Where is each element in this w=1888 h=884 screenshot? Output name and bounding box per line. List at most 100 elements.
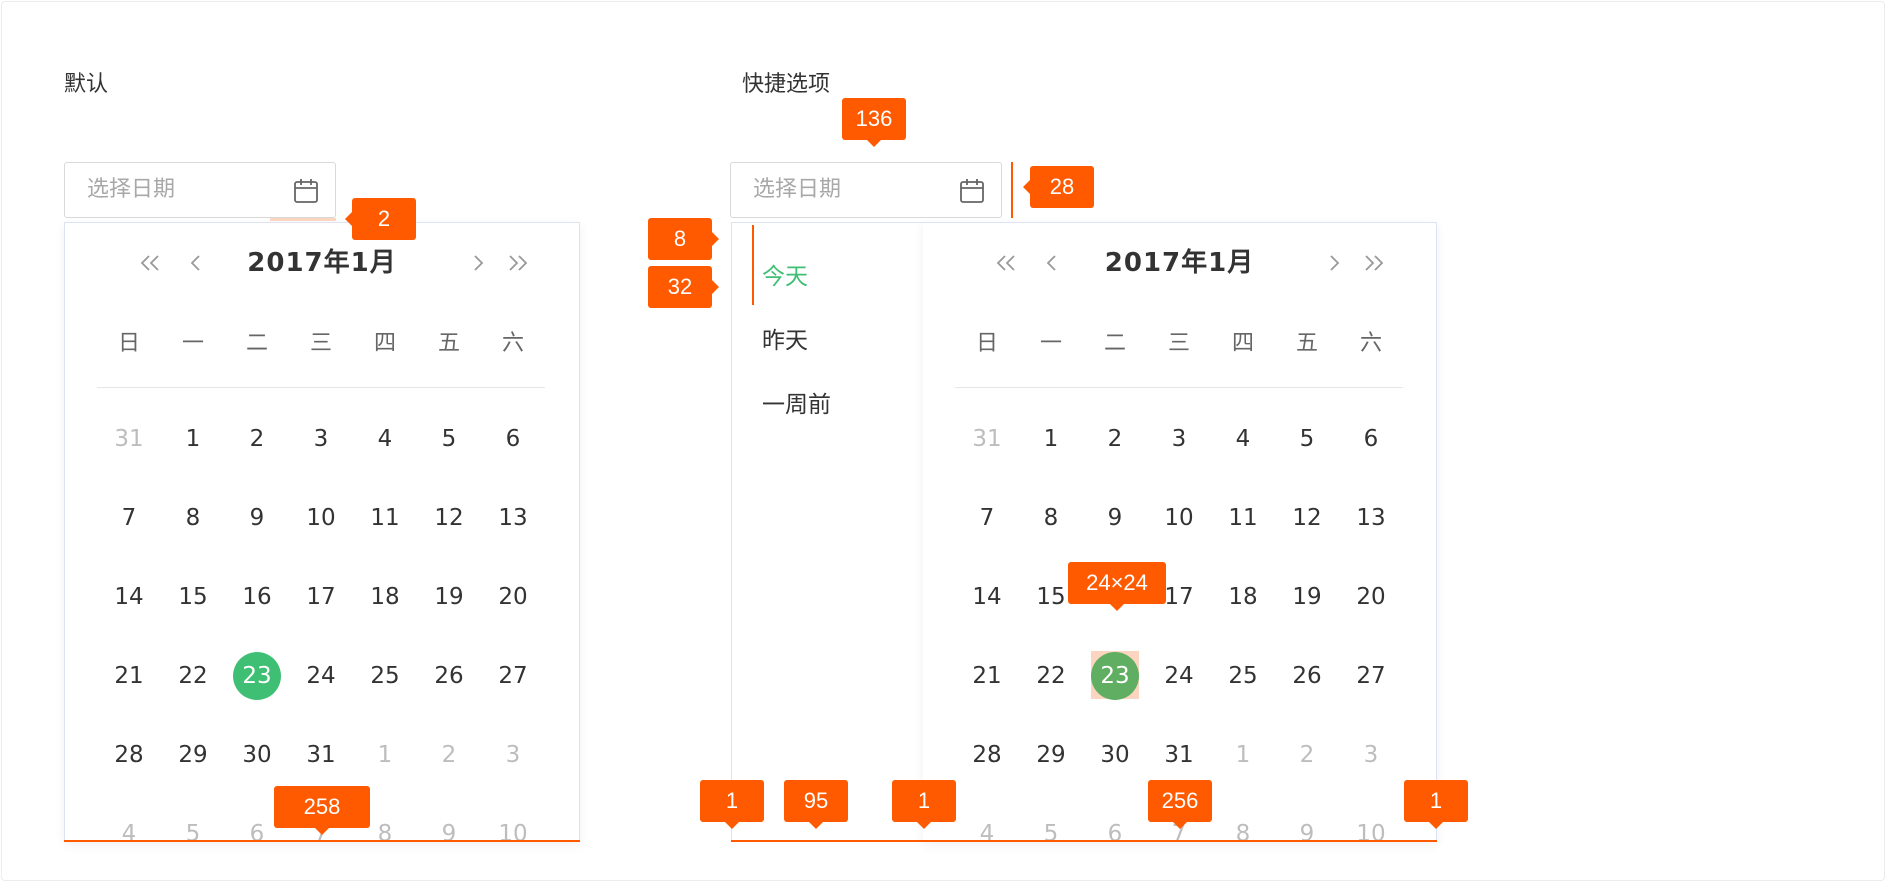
calendar-day[interactable]: 31 bbox=[97, 399, 161, 478]
calendar-day[interactable]: 3 bbox=[1339, 715, 1403, 794]
calendar-day[interactable]: 17 bbox=[289, 557, 353, 636]
calendar-day[interactable]: 4 bbox=[353, 399, 417, 478]
calendar-day[interactable]: 21 bbox=[97, 636, 161, 715]
calendar-day[interactable]: 29 bbox=[1019, 715, 1083, 794]
date-input-default[interactable]: 选择日期 bbox=[64, 162, 336, 218]
calendar-day[interactable]: 4 bbox=[955, 794, 1019, 873]
calendar-day[interactable]: 30 bbox=[1083, 715, 1147, 794]
calendar-day[interactable]: 14 bbox=[955, 557, 1019, 636]
calendar-day[interactable]: 15 bbox=[161, 557, 225, 636]
calendar-day[interactable]: 24 bbox=[289, 636, 353, 715]
calendar-day[interactable]: 8 bbox=[1211, 794, 1275, 873]
day-number: 12 bbox=[434, 504, 464, 531]
calendar-day[interactable]: 4 bbox=[1211, 399, 1275, 478]
calendar-day[interactable]: 26 bbox=[417, 636, 481, 715]
calendar-day[interactable]: 6 bbox=[1339, 399, 1403, 478]
calendar-day[interactable]: 26 bbox=[1275, 636, 1339, 715]
calendar-day[interactable]: 12 bbox=[417, 478, 481, 557]
calendar-day[interactable]: 11 bbox=[353, 478, 417, 557]
calendar-day[interactable]: 8 bbox=[1019, 478, 1083, 557]
calendar-day[interactable]: 18 bbox=[1211, 557, 1275, 636]
calendar-day[interactable]: 9 bbox=[225, 478, 289, 557]
calendar-day[interactable]: 6 bbox=[481, 399, 545, 478]
next-year-icon[interactable] bbox=[1361, 250, 1387, 276]
calendar-day[interactable]: 16 bbox=[225, 557, 289, 636]
calendar-day[interactable]: 9 bbox=[417, 794, 481, 873]
calendar-day[interactable]: 3 bbox=[1147, 399, 1211, 478]
calendar-day-selected[interactable]: 23 bbox=[1083, 636, 1147, 715]
calendar-day[interactable]: 21 bbox=[955, 636, 1019, 715]
calendar-day[interactable]: 9 bbox=[1275, 794, 1339, 873]
calendar-day[interactable]: 27 bbox=[1339, 636, 1403, 715]
calendar-day[interactable]: 7 bbox=[955, 478, 1019, 557]
weekday-label: 三 bbox=[309, 331, 332, 356]
calendar-day[interactable]: 22 bbox=[161, 636, 225, 715]
date-input-shortcuts[interactable]: 选择日期 bbox=[730, 162, 1002, 218]
calendar-day[interactable]: 13 bbox=[481, 478, 545, 557]
calendar-day[interactable]: 1 bbox=[1211, 715, 1275, 794]
calendar-day[interactable]: 8 bbox=[161, 478, 225, 557]
calendar-icon[interactable] bbox=[293, 178, 319, 204]
day-number: 24 bbox=[306, 662, 336, 689]
calendar-day[interactable]: 4 bbox=[97, 794, 161, 873]
calendar-day[interactable]: 5 bbox=[1275, 399, 1339, 478]
calendar-day[interactable]: 13 bbox=[1339, 478, 1403, 557]
calendar-day[interactable]: 10 bbox=[1339, 794, 1403, 873]
weekday-label: 六 bbox=[1359, 331, 1382, 356]
calendar-day[interactable]: 10 bbox=[1147, 478, 1211, 557]
day-number: 16 bbox=[242, 583, 272, 610]
next-month-icon[interactable] bbox=[465, 250, 491, 276]
calendar-day[interactable]: 2 bbox=[1083, 399, 1147, 478]
calendar-day[interactable]: 25 bbox=[353, 636, 417, 715]
calendar-day[interactable]: 30 bbox=[225, 715, 289, 794]
day-number: 15 bbox=[1036, 583, 1066, 610]
calendar-day[interactable]: 5 bbox=[417, 399, 481, 478]
calendar-day-selected[interactable]: 23 bbox=[225, 636, 289, 715]
calendar-day[interactable]: 2 bbox=[417, 715, 481, 794]
day-number: 3 bbox=[1171, 425, 1187, 452]
calendar-day[interactable]: 6 bbox=[1083, 794, 1147, 873]
day-number: 15 bbox=[178, 583, 208, 610]
calendar-day[interactable]: 1 bbox=[161, 399, 225, 478]
calendar-day[interactable]: 29 bbox=[161, 715, 225, 794]
calendar-day[interactable]: 28 bbox=[955, 715, 1019, 794]
annotation-tag: 28 bbox=[1023, 166, 1094, 208]
calendar-day[interactable]: 2 bbox=[225, 399, 289, 478]
calendar-day[interactable]: 25 bbox=[1211, 636, 1275, 715]
calendar-day[interactable]: 3 bbox=[289, 399, 353, 478]
section-title-shortcuts: 快捷选项 bbox=[742, 72, 831, 97]
calendar-day[interactable]: 18 bbox=[353, 557, 417, 636]
calendar-day[interactable]: 3 bbox=[481, 715, 545, 794]
calendar-icon[interactable] bbox=[959, 178, 985, 204]
shortcut-week-ago[interactable]: 一周前 bbox=[762, 385, 831, 419]
calendar-day[interactable]: 12 bbox=[1275, 478, 1339, 557]
calendar-day[interactable]: 2 bbox=[1275, 715, 1339, 794]
calendar-day[interactable]: 24 bbox=[1147, 636, 1211, 715]
day-number: 7 bbox=[121, 504, 137, 531]
calendar-day[interactable]: 20 bbox=[481, 557, 545, 636]
calendar-day[interactable]: 14 bbox=[97, 557, 161, 636]
calendar-day[interactable]: 1 bbox=[353, 715, 417, 794]
calendar-day[interactable]: 10 bbox=[289, 478, 353, 557]
calendar-day[interactable]: 5 bbox=[1019, 794, 1083, 873]
calendar-day[interactable]: 11 bbox=[1211, 478, 1275, 557]
calendar-day[interactable]: 31 bbox=[955, 399, 1019, 478]
calendar-day[interactable]: 19 bbox=[417, 557, 481, 636]
next-month-icon[interactable] bbox=[1321, 250, 1347, 276]
shortcut-yesterday[interactable]: 昨天 bbox=[762, 321, 808, 355]
calendar-day[interactable]: 9 bbox=[1083, 478, 1147, 557]
next-year-icon[interactable] bbox=[505, 250, 531, 276]
day-number: 21 bbox=[114, 662, 144, 689]
calendar-day[interactable]: 22 bbox=[1019, 636, 1083, 715]
day-number: 3 bbox=[1363, 741, 1379, 768]
calendar-day[interactable]: 27 bbox=[481, 636, 545, 715]
calendar-day[interactable]: 28 bbox=[97, 715, 161, 794]
calendar-day[interactable]: 1 bbox=[1019, 399, 1083, 478]
calendar-day[interactable]: 5 bbox=[161, 794, 225, 873]
calendar-day[interactable]: 31 bbox=[289, 715, 353, 794]
shortcut-today[interactable]: 今天 bbox=[762, 257, 808, 291]
calendar-day[interactable]: 20 bbox=[1339, 557, 1403, 636]
calendar-day[interactable]: 19 bbox=[1275, 557, 1339, 636]
calendar-day[interactable]: 7 bbox=[97, 478, 161, 557]
calendar-day[interactable]: 10 bbox=[481, 794, 545, 873]
